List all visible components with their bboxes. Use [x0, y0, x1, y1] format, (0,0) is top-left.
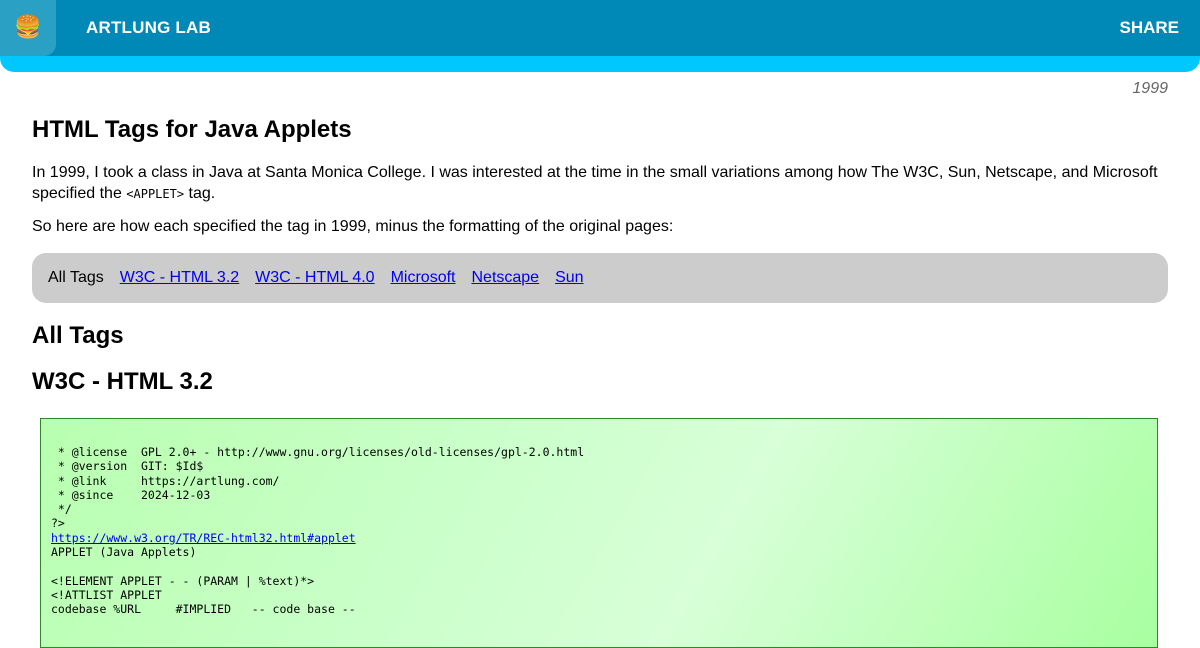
w3c-html-32-heading: W3C - HTML 3.2 [32, 367, 213, 395]
tab-all-tags[interactable]: All Tags [48, 269, 104, 287]
applet-tag-code: <APPLET> [126, 186, 185, 201]
burger-logo-icon[interactable]: 🍔 [0, 0, 56, 56]
intro-text-after: tag. [184, 184, 216, 202]
tab-w3c-html-32[interactable]: W3C - HTML 3.2 [120, 269, 239, 287]
article-year: 1999 [1132, 80, 1168, 97]
code-body-lines: APPLET (Java Applets) <!ELEMENT APPLET -… [51, 545, 356, 617]
tab-microsoft[interactable]: Microsoft [391, 269, 456, 287]
article-content: HTML Tags for Java Applets In 1999, I to… [32, 116, 1168, 397]
all-tags-heading: All Tags [32, 322, 124, 350]
site-header: 🍔 ARTLUNG LAB SHARE [0, 0, 1200, 72]
intro-paragraph: In 1999, I took a class in Java at Santa… [32, 163, 1168, 205]
tab-w3c-html-40[interactable]: W3C - HTML 4.0 [255, 269, 374, 287]
tab-netscape[interactable]: Netscape [471, 269, 539, 287]
page-title: HTML Tags for Java Applets [32, 116, 352, 143]
code-listing: * @license GPL 2.0+ - http://www.gnu.org… [51, 445, 1147, 617]
second-paragraph: So here are how each specified the tag i… [32, 218, 674, 236]
code-header-lines: * @license GPL 2.0+ - http://www.gnu.org… [51, 445, 585, 531]
site-title-link[interactable]: ARTLUNG LAB [86, 18, 211, 38]
tag-source-tabs: All Tags W3C - HTML 3.2 W3C - HTML 4.0 M… [32, 253, 1168, 304]
tab-sun[interactable]: Sun [555, 269, 583, 287]
w3c-spec-link[interactable]: https://www.w3.org/TR/REC-html32.html#ap… [51, 531, 356, 545]
code-block: * @license GPL 2.0+ - http://www.gnu.org… [40, 418, 1158, 648]
share-button[interactable]: SHARE [1119, 18, 1179, 38]
